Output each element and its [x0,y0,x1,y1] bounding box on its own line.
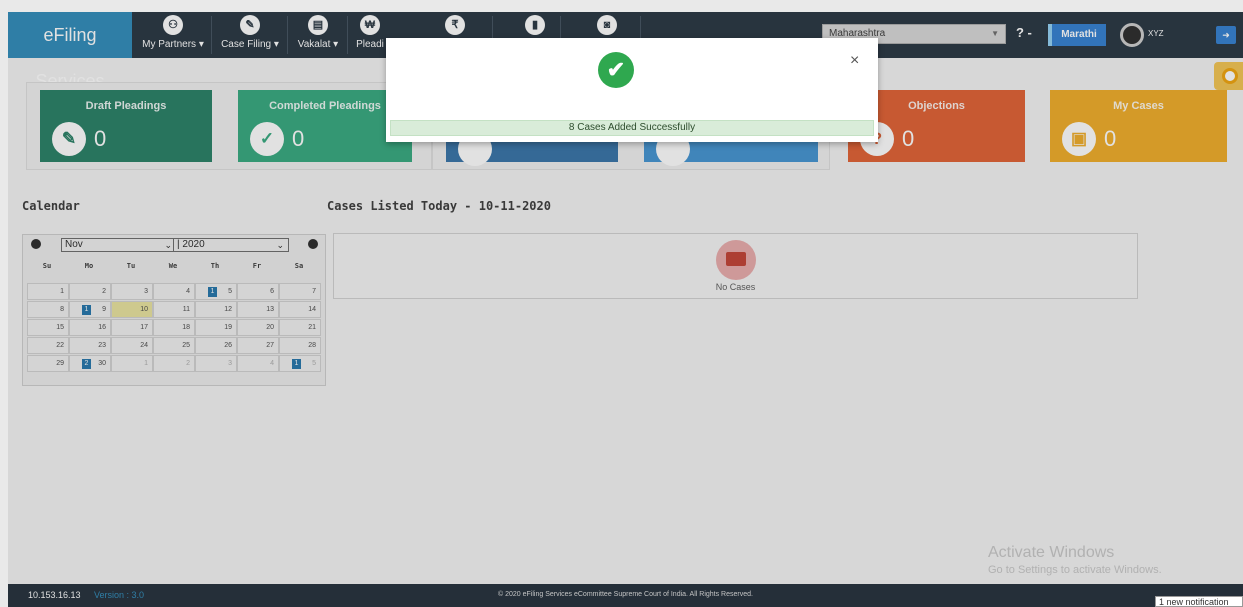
notification-toast[interactable]: 1 new notification [1155,596,1243,607]
success-check-icon: ✔ [598,52,634,88]
app-page: eFiling Services ⚇ My Partners ▾ ✎ Case … [8,12,1243,607]
success-modal: ✔ × 8 Cases Added Successfully [386,38,878,142]
success-message: 8 Cases Added Successfully [390,120,874,136]
close-button[interactable]: × [850,52,859,70]
